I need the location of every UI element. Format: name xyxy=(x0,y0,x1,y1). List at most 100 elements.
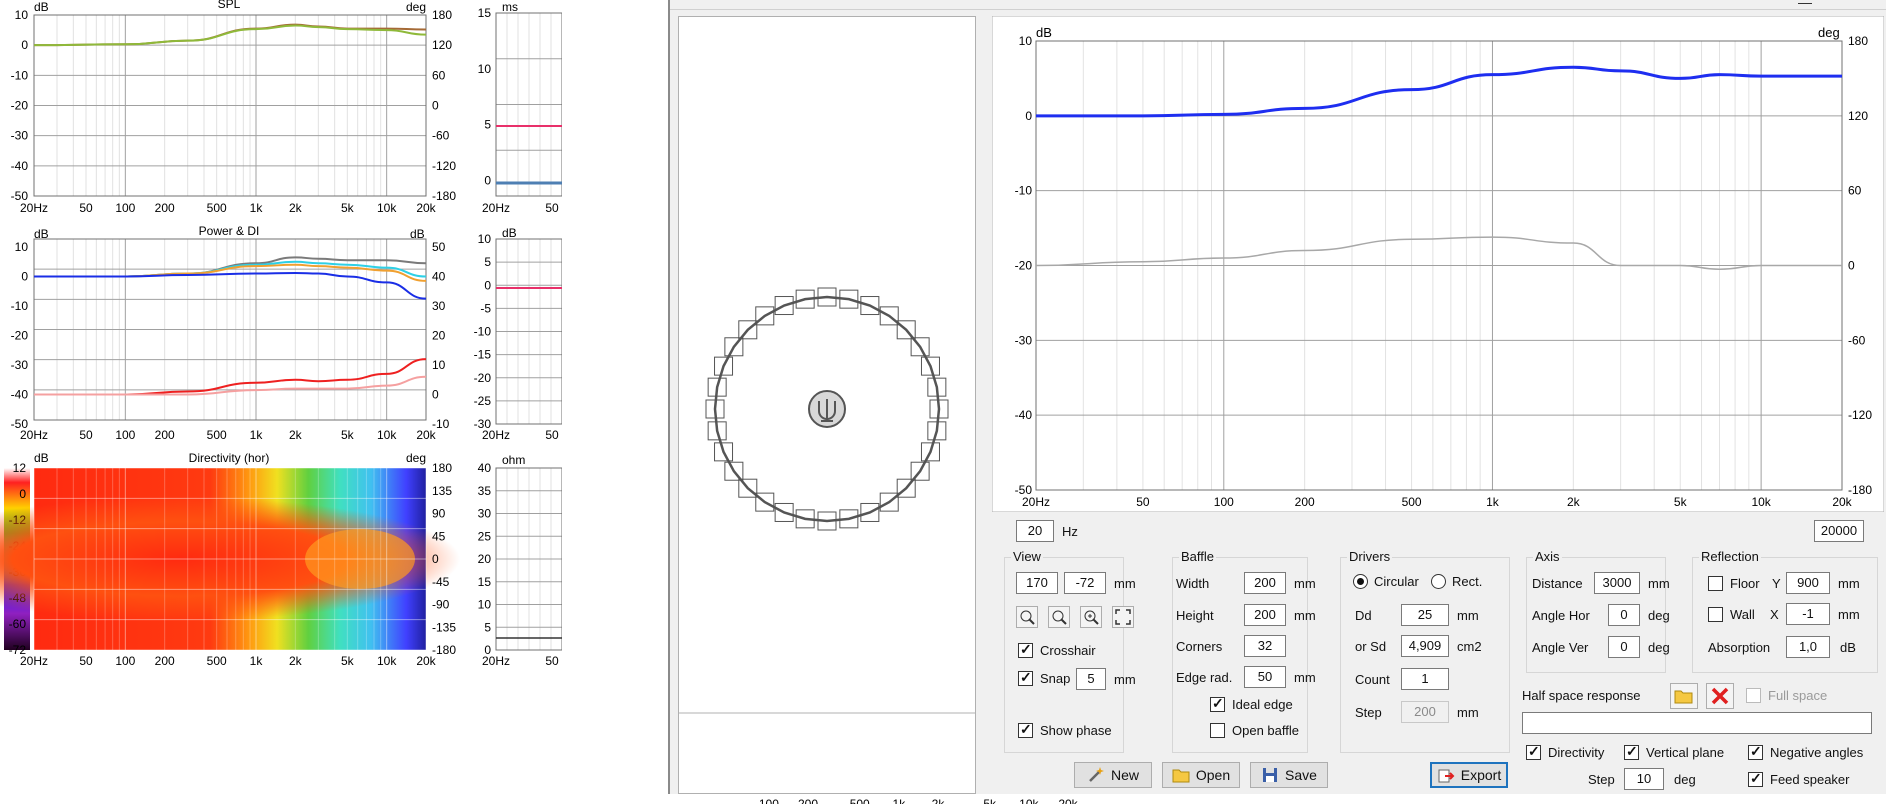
edge-input[interactable]: 50 xyxy=(1244,666,1286,688)
circular-label: Circular xyxy=(1374,574,1419,589)
new-button[interactable]: New xyxy=(1074,762,1152,788)
open-baffle-checkbox[interactable] xyxy=(1210,723,1225,738)
group-delay-chart[interactable]: ms 151050-5 20Hz 50 xyxy=(466,0,562,218)
x-tick-8: 10k xyxy=(377,428,397,442)
rect-label: Rect. xyxy=(1452,574,1483,589)
view-y-input[interactable]: -72 xyxy=(1064,572,1106,594)
power-di-chart[interactable]: dB Power & DI dB 100-10-20-30-40-50 5040… xyxy=(0,224,460,442)
x-tick-6: 2k xyxy=(289,428,303,442)
rect-radio[interactable] xyxy=(1431,574,1446,589)
snap-input[interactable]: 5 xyxy=(1076,668,1106,690)
circular-radio[interactable] xyxy=(1353,574,1368,589)
lt-tick-3: -20 xyxy=(11,329,29,343)
full-space-label: Full space xyxy=(1768,688,1828,703)
main-response-chart[interactable]: dB deg 100-10-20-30-40-50 180120600-60-1… xyxy=(992,16,1884,512)
width-unit: mm xyxy=(1294,576,1316,591)
directivity-chart[interactable]: dB Directivity (hor) deg 120-12-24-36-48… xyxy=(0,448,460,666)
wall-checkbox[interactable] xyxy=(1708,607,1723,622)
x-tick-0: 20Hz xyxy=(20,201,48,215)
feed-speaker-checkbox[interactable] xyxy=(1748,770,1763,787)
open-baffle-label: Open baffle xyxy=(1232,723,1299,738)
sd-unit: cm2 xyxy=(1457,639,1482,654)
clear-half-space-button[interactable] xyxy=(1706,683,1734,709)
x-tick-5: 1k xyxy=(1486,495,1500,509)
corners-input[interactable]: 32 xyxy=(1244,635,1286,657)
angle-step-input[interactable]: 10 xyxy=(1624,768,1664,790)
angle-step-label: Step xyxy=(1588,772,1615,787)
ps-ticks: 1050-5-10-15-20-25-30 xyxy=(474,232,492,431)
view-unit: mm xyxy=(1114,576,1136,591)
lt-tick-0: 12 xyxy=(13,461,27,475)
snap-label: Snap xyxy=(1040,671,1071,686)
bottom-tick-7: 20k xyxy=(1058,797,1078,804)
ideal-edge-checkbox[interactable] xyxy=(1210,695,1225,712)
vertical-plane-checkbox[interactable] xyxy=(1624,743,1639,760)
angle-ver-label: Angle Ver xyxy=(1532,640,1589,655)
floor-label: Floor xyxy=(1730,576,1760,591)
wall-input[interactable]: -1 xyxy=(1786,603,1830,625)
count-input[interactable]: 1 xyxy=(1401,668,1449,690)
lt-tick-5: -40 xyxy=(11,388,29,402)
lt-tick-0: 10 xyxy=(1019,34,1033,48)
x-tick-1: 50 xyxy=(79,654,93,666)
imp-grid xyxy=(495,467,562,651)
rt-tick-2: 60 xyxy=(432,68,446,82)
baffle-canvas[interactable] xyxy=(678,16,976,794)
absorption-input[interactable]: 1,0 xyxy=(1786,636,1830,658)
max-hz-input[interactable]: 20000 xyxy=(1814,520,1864,542)
drivers-title: Drivers xyxy=(1347,549,1393,564)
height-input[interactable]: 200 xyxy=(1244,604,1286,626)
x-tick-2: 100 xyxy=(1214,495,1234,509)
lt-tick-6: -60 xyxy=(9,617,27,631)
expand-icon xyxy=(1115,609,1131,625)
half-space-file-input[interactable] xyxy=(1522,712,1872,734)
power-left-ticks: 100-10-20-30-40-50 xyxy=(11,240,29,431)
zoom-out-button[interactable] xyxy=(1016,606,1038,628)
impedance-chart[interactable]: ohm 4035302520151050 20Hz 50 xyxy=(466,448,562,666)
spl-left-ticks: 100-10-20-30-40-50 xyxy=(11,8,29,203)
power-right-unit: dB xyxy=(410,227,425,241)
lt-tick-3: -20 xyxy=(1015,259,1033,273)
x-tick-8: 10k xyxy=(1751,495,1771,509)
distance-input[interactable]: 3000 xyxy=(1594,572,1640,594)
half-space-label: Half space response xyxy=(1522,688,1641,703)
save-button[interactable]: Save xyxy=(1250,762,1328,788)
dd-input[interactable]: 25 xyxy=(1401,604,1449,626)
angle-ver-input[interactable]: 0 xyxy=(1608,636,1640,658)
min-hz-input[interactable]: 20 xyxy=(1016,520,1054,542)
gd-x-0: 20Hz xyxy=(482,201,510,215)
width-input[interactable]: 200 xyxy=(1244,572,1286,594)
lt-tick-0: 10 xyxy=(478,232,492,246)
spl-chart[interactable]: dB SPL deg 100-10-20-30-40-50 180120600-… xyxy=(0,0,460,218)
spl-right-unit: deg xyxy=(406,0,426,14)
zoom-extent-button[interactable] xyxy=(1112,606,1134,628)
sd-input[interactable]: 4,909 xyxy=(1401,635,1449,657)
floor-input[interactable]: 900 xyxy=(1786,572,1830,594)
crosshair-checkbox[interactable] xyxy=(1018,641,1033,658)
phase-small-chart[interactable]: dB 1050-5-10-15-20-25-30 20Hz 50 xyxy=(466,224,562,442)
lt-tick-0: 10 xyxy=(15,240,29,254)
count-label: Count xyxy=(1355,672,1390,687)
rt-tick-0: 180 xyxy=(1848,34,1868,48)
zoom-in-button[interactable] xyxy=(1080,606,1102,628)
view-x-input[interactable]: 170 xyxy=(1016,572,1058,594)
rt-tick-1: 135 xyxy=(432,484,452,498)
open-half-space-button[interactable] xyxy=(1670,683,1698,709)
canvas-splitter[interactable] xyxy=(976,16,984,794)
negative-angles-checkbox[interactable] xyxy=(1748,743,1763,760)
export-label: Export xyxy=(1460,767,1502,783)
snap-checkbox[interactable] xyxy=(1018,669,1033,686)
negative-angles-label: Negative angles xyxy=(1770,745,1864,760)
open-label: Open xyxy=(1195,767,1231,783)
zoom-fit-button[interactable] xyxy=(1048,606,1070,628)
lt-tick-5: 15 xyxy=(478,575,492,589)
baffle-window: dB deg 10 0 -10 -20 -30 -40 -50 180 120 60 0 -60 -1… xyxy=(668,0,1886,804)
export-button[interactable]: Export xyxy=(1430,762,1508,788)
minimize-button[interactable] xyxy=(1798,0,1812,4)
floor-checkbox[interactable] xyxy=(1708,576,1723,591)
angle-hor-input[interactable]: 0 xyxy=(1608,604,1640,626)
x-tick-1: 50 xyxy=(1136,495,1150,509)
open-button[interactable]: Open xyxy=(1162,762,1240,788)
directivity-checkbox[interactable] xyxy=(1526,743,1541,760)
show-phase-checkbox[interactable] xyxy=(1018,721,1033,738)
